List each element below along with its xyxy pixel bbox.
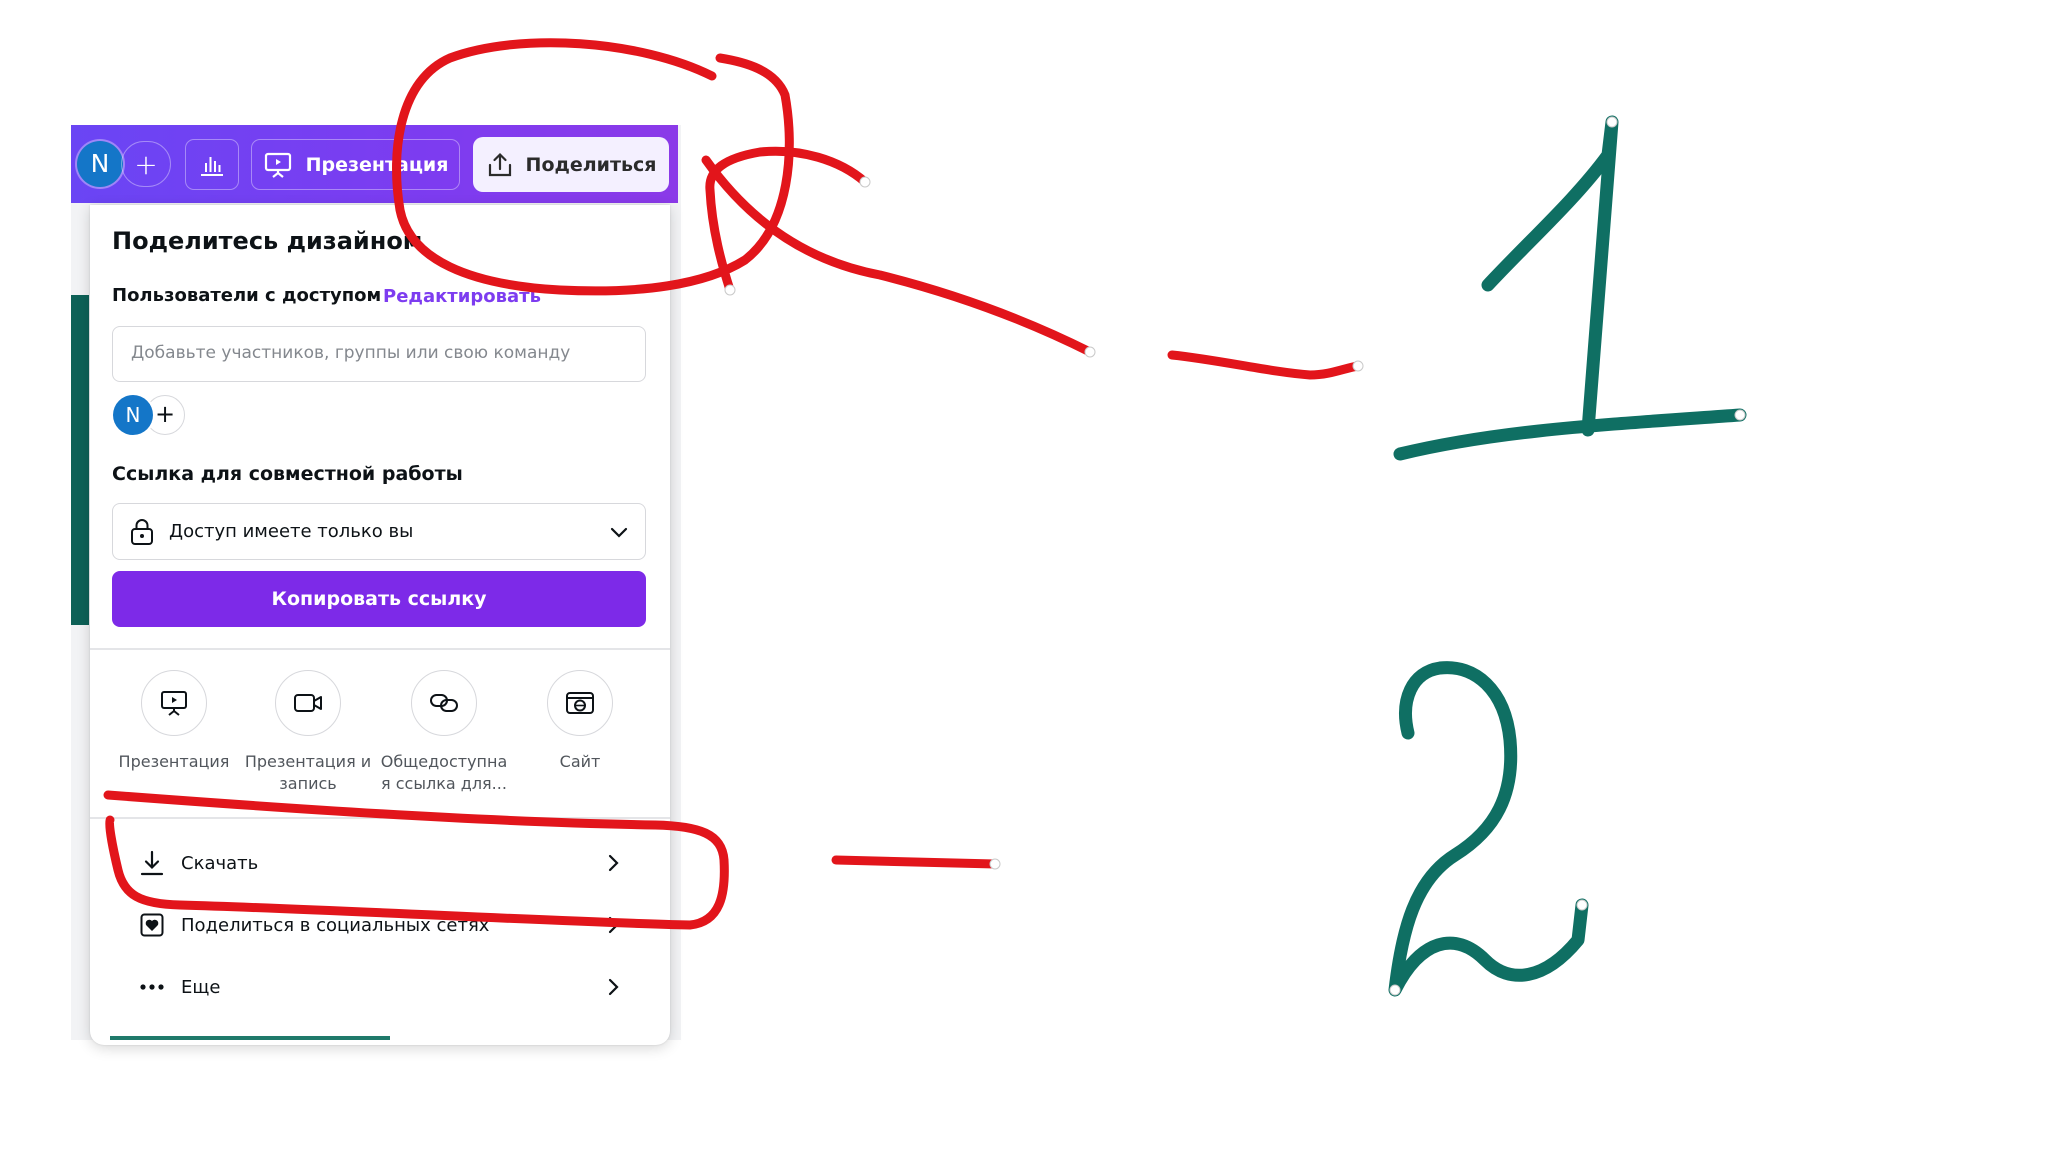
member-avatar[interactable]: N — [113, 395, 153, 435]
ink-endpoint — [989, 858, 1001, 870]
option-label-line1: Презентация и — [244, 752, 372, 771]
website-icon — [547, 670, 613, 736]
present-button[interactable]: Презентация — [251, 139, 460, 190]
canvas-bottom-edge — [110, 1036, 390, 1040]
divider — [90, 817, 670, 819]
heart-square-icon — [136, 912, 168, 938]
insights-button[interactable] — [185, 139, 239, 190]
user-avatar[interactable]: N — [77, 141, 123, 187]
lock-icon — [131, 518, 153, 545]
option-website[interactable]: Сайт — [510, 670, 650, 773]
chevron-right-icon — [606, 915, 620, 935]
copy-link-button[interactable]: Копировать ссылку — [112, 571, 646, 627]
presentation-icon — [264, 152, 291, 178]
ink-endpoint — [1734, 409, 1746, 421]
panel-title: Поделитесь дизайном — [112, 227, 423, 255]
collab-link-label: Ссылка для совместной работы — [112, 463, 463, 485]
screenshot-canvas: N + Презентация Поделиться Поделитесь ди… — [0, 0, 2048, 1152]
canvas-edge-strip — [71, 295, 89, 625]
download-label: Скачать — [181, 852, 259, 874]
present-button-label: Презентация — [305, 153, 449, 176]
upload-icon — [488, 152, 511, 176]
download-row[interactable]: Скачать — [112, 835, 646, 891]
green-digit-2 — [1388, 661, 1589, 997]
option-label: Презентация — [118, 752, 230, 771]
more-label: Еще — [181, 976, 221, 998]
option-label: Сайт — [559, 752, 601, 771]
presentation-icon — [141, 670, 207, 736]
red-dash-marker-1 — [1167, 350, 1363, 380]
ink-endpoint — [1084, 346, 1096, 358]
red-dash-marker-2 — [831, 855, 1000, 869]
option-label: Общедоступна я ссылка для... — [374, 751, 514, 795]
bar-chart-icon — [201, 156, 223, 176]
share-panel: Поделитесь дизайном Пользователи с досту… — [90, 205, 670, 1045]
ink-endpoint — [1352, 360, 1364, 372]
option-public-link[interactable]: Общедоступна я ссылка для... — [374, 670, 514, 795]
option-label-line2: запись — [279, 774, 337, 793]
more-row[interactable]: Еще — [112, 959, 646, 1015]
download-icon — [136, 849, 168, 877]
plus-icon: + — [134, 147, 158, 181]
edit-access-link[interactable]: Редактировать — [383, 286, 541, 307]
access-section-label: Пользователи с доступом — [112, 285, 382, 306]
ink-endpoint — [859, 176, 871, 188]
share-social-row[interactable]: Поделиться в социальных сетях — [112, 897, 646, 953]
link-access-value: Доступ имеете только вы — [169, 521, 414, 542]
option-presentation[interactable]: Презентация — [104, 670, 244, 773]
option-present-and-record[interactable]: Презентация и запись — [238, 670, 378, 795]
link-icon — [411, 670, 477, 736]
option-label: Презентация и запись — [238, 751, 378, 795]
green-digit-1 — [1393, 115, 1747, 461]
divider — [90, 648, 670, 650]
more-dots-icon — [136, 982, 168, 992]
red-arrow-to-marker-1 — [701, 146, 1095, 357]
ink-endpoint — [1576, 899, 1588, 911]
ink-endpoint — [1606, 116, 1618, 128]
video-record-icon — [275, 670, 341, 736]
chevron-down-icon — [610, 527, 628, 538]
ink-endpoint — [1389, 984, 1401, 996]
chevron-right-icon — [606, 977, 620, 997]
option-label-line2: я ссылка для... — [381, 774, 507, 793]
ink-endpoint — [724, 284, 736, 296]
share-social-label: Поделиться в социальных сетях — [181, 914, 490, 936]
share-button-label: Поделиться — [525, 153, 657, 176]
share-button[interactable]: Поделиться — [473, 137, 669, 192]
chevron-right-icon — [606, 853, 620, 873]
option-label-line1: Общедоступна — [380, 752, 508, 771]
link-access-dropdown[interactable]: Доступ имеете только вы — [112, 503, 646, 560]
invite-input[interactable]: Добавьте участников, группы или свою ком… — [112, 326, 646, 382]
add-collaborator-button[interactable]: + — [121, 141, 171, 187]
